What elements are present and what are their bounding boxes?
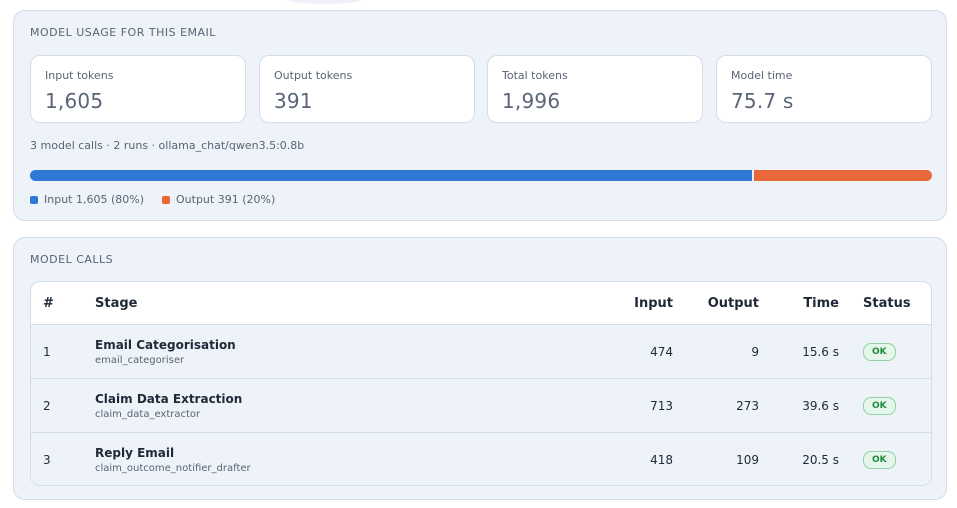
input-dot-icon	[30, 195, 38, 204]
model-time-label: Model time	[731, 69, 793, 82]
model-time-value: 75.7 s	[731, 89, 794, 113]
row-time: 39.6 s	[759, 378, 839, 433]
row-input: 474	[575, 324, 673, 379]
stage-name: Email Categorisation	[95, 337, 236, 352]
row-status: OK	[839, 324, 931, 379]
legend-input: Input 1,605 (80%)	[30, 193, 144, 206]
token-legend: Input 1,605 (80%) Output 391 (20%)	[30, 193, 275, 206]
row-num: 2	[31, 378, 95, 433]
output-tokens-card: Output tokens 391	[259, 55, 475, 123]
col-time-header: Time	[759, 282, 839, 325]
row-status: OK	[839, 432, 931, 485]
model-usage-panel: MODEL USAGE FOR THIS EMAIL Input tokens …	[13, 10, 947, 221]
output-tokens-label: Output tokens	[274, 69, 353, 82]
legend-output: Output 391 (20%)	[162, 193, 275, 206]
row-stage: Claim Data Extraction claim_data_extract…	[95, 378, 575, 433]
row-num: 3	[31, 432, 95, 485]
row-stage: Email Categorisation email_categoriser	[95, 324, 575, 379]
row-input: 713	[575, 378, 673, 433]
output-tokens-value: 391	[274, 89, 313, 113]
stage-id: email_categoriser	[95, 354, 185, 366]
status-badge: OK	[863, 396, 896, 415]
total-tokens-card: Total tokens 1,996	[487, 55, 703, 123]
col-output-header: Output	[673, 282, 759, 325]
row-output: 9	[673, 324, 759, 379]
legend-input-label: Input 1,605 (80%)	[44, 193, 144, 206]
col-stage-header: Stage	[95, 282, 575, 325]
table-row[interactable]: 3 Reply Email claim_outcome_notifier_dra…	[31, 432, 931, 485]
model-usage-title: MODEL USAGE FOR THIS EMAIL	[30, 26, 216, 39]
input-tokens-card: Input tokens 1,605	[30, 55, 246, 123]
row-time: 15.6 s	[759, 324, 839, 379]
input-tokens-value: 1,605	[45, 89, 104, 113]
stage-id: claim_data_extractor	[95, 408, 201, 420]
table-header-row: # Stage Input Output Time Status	[31, 282, 931, 325]
usage-summary: 3 model calls · 2 runs · ollama_chat/qwe…	[30, 139, 305, 152]
stage-name: Claim Data Extraction	[95, 391, 243, 406]
table-row[interactable]: 1 Email Categorisation email_categoriser…	[31, 324, 931, 379]
col-input-header: Input	[575, 282, 673, 325]
row-status: OK	[839, 378, 931, 433]
row-output: 109	[673, 432, 759, 485]
status-badge: OK	[863, 342, 896, 361]
input-token-segment	[30, 170, 752, 181]
col-num-header: #	[31, 282, 95, 325]
total-tokens-label: Total tokens	[502, 69, 568, 82]
model-calls-title: MODEL CALLS	[30, 253, 114, 266]
row-stage: Reply Email claim_outcome_notifier_draft…	[95, 432, 575, 485]
legend-output-label: Output 391 (20%)	[176, 193, 276, 206]
model-calls-table: # Stage Input Output Time Status 1 Email…	[30, 281, 932, 486]
row-output: 273	[673, 378, 759, 433]
input-tokens-label: Input tokens	[45, 69, 114, 82]
output-token-segment	[753, 170, 932, 181]
stage-id: claim_outcome_notifier_drafter	[95, 462, 251, 474]
output-dot-icon	[162, 195, 170, 204]
status-badge: OK	[863, 450, 896, 469]
model-time-card: Model time 75.7 s	[716, 55, 932, 123]
top-edge-shadow	[285, 0, 365, 4]
stage-name: Reply Email	[95, 445, 175, 460]
row-num: 1	[31, 324, 95, 379]
table-row[interactable]: 2 Claim Data Extraction claim_data_extra…	[31, 378, 931, 433]
total-tokens-value: 1,996	[502, 89, 561, 113]
row-time: 20.5 s	[759, 432, 839, 485]
col-status-header: Status	[839, 282, 931, 325]
token-split-bar	[30, 170, 932, 181]
row-input: 418	[575, 432, 673, 485]
model-calls-panel: MODEL CALLS # Stage Input Output Time St…	[13, 237, 947, 500]
